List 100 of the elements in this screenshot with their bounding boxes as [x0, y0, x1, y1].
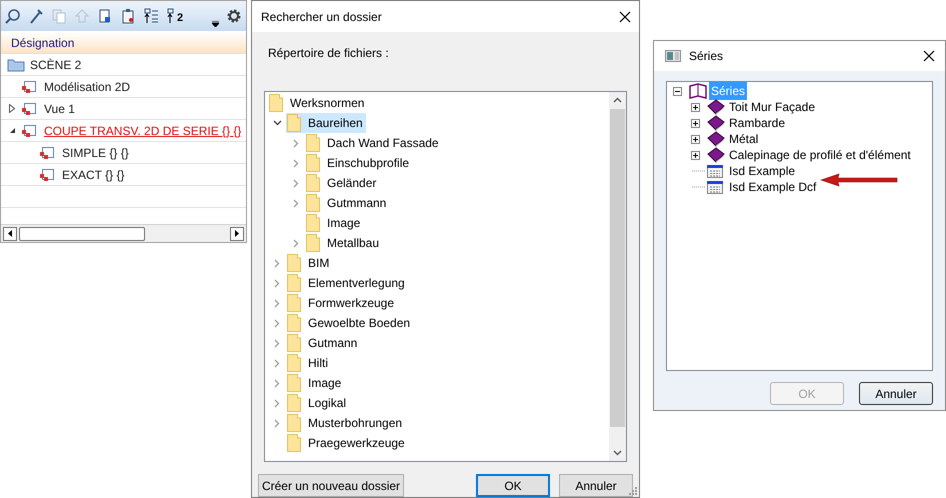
tree-item[interactable]: Modélisation 2D	[44, 78, 130, 96]
view-icon	[39, 168, 55, 182]
collapsed-arrow-icon[interactable]	[9, 104, 15, 113]
folder-icon	[306, 214, 320, 232]
prompt-label: Répertoire de fichiers :	[268, 45, 390, 60]
plus-box-icon[interactable]	[691, 150, 700, 160]
column-header-label: Désignation	[11, 34, 74, 52]
search-icon[interactable]	[5, 8, 21, 24]
folder-item[interactable]: Einschubprofile	[305, 153, 412, 173]
table-icon	[707, 164, 723, 178]
folder-item[interactable]: Baureihen	[286, 113, 366, 133]
chevron-right-icon[interactable]	[274, 318, 280, 328]
tree-item[interactable]: Isd Example	[727, 162, 798, 180]
chevron-right-icon[interactable]	[293, 238, 299, 248]
scroll-thumb[interactable]	[19, 226, 145, 240]
horizontal-scrollbar[interactable]	[1, 224, 246, 242]
folder-icon	[287, 434, 301, 452]
folder-icon	[269, 94, 283, 112]
paste-icon[interactable]	[120, 8, 136, 24]
folder-item[interactable]: Gutmann	[286, 333, 360, 353]
list-icon[interactable]	[143, 8, 159, 24]
dropdown-icon[interactable]	[212, 21, 219, 27]
cancel-button[interactable]: Annuler	[859, 382, 933, 405]
minus-box-icon[interactable]	[673, 86, 682, 96]
book-icon	[707, 115, 725, 131]
settings-icon[interactable]	[226, 8, 242, 24]
tree-item[interactable]: Calepinage de profilé et d'élément	[727, 146, 913, 164]
dotted-connector	[691, 170, 705, 172]
tool-icon[interactable]	[28, 8, 44, 24]
dotted-connector	[691, 186, 705, 188]
folder-icon	[287, 294, 301, 312]
folder-icon	[287, 274, 301, 292]
tree-item[interactable]: Rambarde	[727, 114, 788, 132]
folder-item[interactable]: Formwerkzeuge	[286, 293, 398, 313]
tree-item[interactable]: Toit Mur Façade	[727, 98, 818, 116]
folder-item[interactable]: Elementverlegung	[286, 273, 408, 293]
folder-item[interactable]: Hilti	[286, 353, 331, 373]
folder-item[interactable]: Gewoelbte Boeden	[286, 313, 414, 333]
folder-item[interactable]: Geländer	[305, 173, 380, 193]
folder-item[interactable]: Praegewerkzeuge	[286, 433, 408, 453]
new-button[interactable]: Créer un nouveau dossier	[258, 474, 404, 497]
chevron-right-icon[interactable]	[274, 398, 280, 408]
folder-icon	[287, 394, 301, 412]
tree-item[interactable]: Métal	[727, 130, 760, 148]
plus-box-icon[interactable]	[691, 118, 700, 128]
chevron-right-icon[interactable]	[274, 298, 280, 308]
folder-item[interactable]: Gutmmann	[305, 193, 390, 213]
tree-item[interactable]: Isd Example Dcf	[727, 178, 818, 196]
view-icon	[21, 124, 37, 138]
chevron-right-icon[interactable]	[293, 198, 299, 208]
close-icon[interactable]	[619, 10, 631, 22]
window-icon	[665, 50, 681, 62]
chevron-right-icon[interactable]	[274, 278, 280, 288]
scroll-right-button[interactable]	[230, 226, 244, 240]
window-title: Séries	[689, 48, 724, 65]
folder-item[interactable]: Image	[286, 373, 344, 393]
plus-box-icon[interactable]	[691, 102, 700, 112]
resize-grip-icon[interactable]	[629, 487, 637, 495]
view-icon	[39, 146, 55, 160]
left-arrow-icon	[8, 230, 12, 237]
folder-item[interactable]: Metallbau	[305, 233, 382, 253]
doc-icon[interactable]	[97, 8, 113, 24]
tree-item[interactable]: COUPE TRANSV. 2D DE SERIE {} {}	[44, 122, 242, 140]
cancel-button[interactable]: Annuler	[559, 474, 633, 497]
chevron-right-icon[interactable]	[293, 178, 299, 188]
ok-button[interactable]: OK	[476, 474, 550, 497]
chevron-right-icon[interactable]	[274, 358, 280, 368]
folder-item[interactable]: Musterbohrungen	[286, 413, 406, 433]
scroll-left-button[interactable]	[3, 226, 17, 240]
folder-item[interactable]: Werksnormen	[268, 93, 368, 113]
folder-icon	[7, 58, 25, 72]
folder-item[interactable]: Dach Wand Fassade	[305, 133, 442, 153]
chevron-right-icon[interactable]	[293, 158, 299, 168]
folder-item[interactable]: BIM	[286, 253, 332, 273]
chevron-right-icon[interactable]	[274, 418, 280, 428]
folder-icon	[287, 314, 301, 332]
folder-icon	[306, 134, 320, 152]
chevron-right-icon[interactable]	[274, 338, 280, 348]
chevron-down-icon[interactable]	[272, 120, 282, 126]
scroll-thumb[interactable]	[610, 109, 625, 427]
number-label: 2	[177, 13, 184, 24]
view-icon	[21, 80, 37, 94]
folder-item[interactable]: Logikal	[286, 393, 350, 413]
folder-icon	[306, 194, 320, 212]
folder-icon	[306, 234, 320, 252]
tree-item[interactable]: SIMPLE {} {}	[62, 144, 129, 162]
chevron-right-icon[interactable]	[293, 138, 299, 148]
tree-item[interactable]: SCÈNE 2	[30, 56, 82, 74]
folder-icon	[287, 354, 301, 372]
plus-box-icon[interactable]	[691, 134, 700, 144]
expanded-arrow-icon[interactable]	[9, 127, 16, 134]
vertical-scrollbar[interactable]	[609, 92, 626, 461]
chevron-right-icon[interactable]	[274, 378, 280, 388]
folder-item[interactable]: Image	[305, 213, 364, 233]
close-icon[interactable]	[923, 50, 935, 62]
chevron-right-icon[interactable]	[274, 258, 280, 268]
tree-item[interactable]: Vue 1	[44, 100, 75, 118]
folder-icon	[306, 174, 320, 192]
tree-item[interactable]: EXACT {} {}	[62, 166, 124, 184]
folder-icon	[287, 254, 301, 272]
